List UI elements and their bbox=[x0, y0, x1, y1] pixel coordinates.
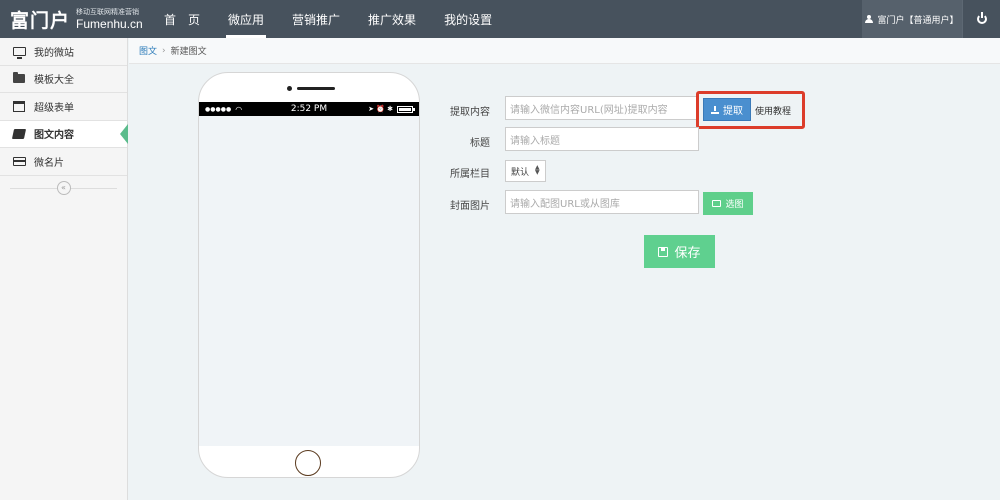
extract-button[interactable]: 提取 bbox=[703, 98, 751, 121]
cover-url-input[interactable]: 请输入配图URL或从图库 bbox=[505, 190, 699, 214]
folder-open-icon bbox=[712, 200, 722, 207]
collapse-sidebar-button[interactable]: « bbox=[56, 180, 71, 195]
extract-label: 提取内容 bbox=[450, 107, 490, 118]
nav-marketing[interactable]: 营销推广 bbox=[278, 0, 354, 38]
phone-camera bbox=[287, 86, 292, 91]
book-icon bbox=[11, 128, 27, 140]
download-icon bbox=[711, 105, 719, 114]
logout-button[interactable] bbox=[962, 0, 1000, 38]
choose-image-label: 选图 bbox=[725, 200, 744, 210]
choose-image-button[interactable]: 选图 bbox=[703, 192, 753, 215]
nav-home-label: 首 页 bbox=[164, 12, 201, 27]
sidebar-item-micro-card[interactable]: 微名片 bbox=[0, 148, 127, 176]
nav-promotion-results-label: 推广效果 bbox=[368, 12, 417, 27]
logo-slogan: 移动互联网精准营销 bbox=[76, 7, 140, 16]
save-button[interactable]: 保存 bbox=[644, 235, 715, 268]
logo-text: 富门户 bbox=[10, 9, 71, 32]
sidebar-item-label: 图文内容 bbox=[34, 130, 74, 142]
battery-icon bbox=[397, 105, 415, 113]
nav-promotion-results[interactable]: 推广效果 bbox=[354, 0, 430, 38]
extract-url-input[interactable]: 请输入微信内容URL(网址)提取内容 bbox=[505, 96, 697, 120]
nav-home[interactable]: 首 页 bbox=[150, 0, 214, 38]
nav-micro-apps-label: 微应用 bbox=[228, 12, 265, 27]
column-select[interactable]: 默认 ▲ ▼ bbox=[505, 160, 546, 182]
breadcrumb-current: 新建图文 bbox=[170, 47, 207, 57]
nav-marketing-label: 营销推广 bbox=[292, 12, 341, 27]
user-menu[interactable]: 富门户【普通用户】 bbox=[862, 0, 962, 38]
nav-my-settings[interactable]: 我的设置 bbox=[430, 0, 506, 38]
sidebar-collapse-row: « bbox=[0, 176, 127, 200]
sidebar-item-label: 超级表单 bbox=[34, 102, 74, 114]
column-label: 所属栏目 bbox=[450, 169, 490, 180]
sidebar: 我的微站 模板大全 超级表单 图文内容 微名片 « bbox=[0, 38, 128, 500]
phone-screen bbox=[199, 116, 419, 446]
logo-subtext-group: 移动互联网精准营销 Fumenhu.cn bbox=[76, 7, 143, 31]
tutorial-link[interactable]: 使用教程 bbox=[755, 104, 791, 117]
logo[interactable]: 富门户 移动互联网精准营销 Fumenhu.cn bbox=[10, 5, 143, 33]
card-icon bbox=[12, 155, 26, 167]
nav-my-settings-label: 我的设置 bbox=[444, 12, 493, 27]
save-button-label: 保存 bbox=[674, 246, 701, 261]
phone-speaker bbox=[297, 87, 335, 90]
top-navigation-bar: 富门户 移动互联网精准营销 Fumenhu.cn 首 页 微应用 营销推广 推广… bbox=[0, 0, 1000, 38]
save-icon bbox=[658, 246, 669, 257]
sidebar-item-templates[interactable]: 模板大全 bbox=[0, 66, 127, 93]
sidebar-item-my-site[interactable]: 我的微站 bbox=[0, 38, 127, 66]
sidebar-item-graphic-content[interactable]: 图文内容 bbox=[0, 120, 128, 148]
title-input[interactable]: 请输入标题 bbox=[505, 127, 699, 151]
sidebar-item-label: 模板大全 bbox=[34, 75, 74, 87]
breadcrumb: 图文 › 新建图文 bbox=[129, 38, 1000, 64]
monitor-icon bbox=[12, 45, 26, 59]
extract-button-label: 提取 bbox=[723, 106, 743, 117]
status-right: ➤ ⏰ ✱ bbox=[368, 105, 415, 113]
select-arrows-icon: ▲ ▼ bbox=[535, 164, 540, 176]
power-icon bbox=[976, 12, 987, 24]
user-icon bbox=[865, 15, 874, 23]
phone-home-button bbox=[295, 450, 321, 476]
breadcrumb-separator: › bbox=[162, 45, 166, 56]
sidebar-item-label: 我的微站 bbox=[34, 47, 74, 59]
phone-preview: ●●●●● ◠ 2:52 PM ➤ ⏰ ✱ bbox=[198, 72, 420, 478]
logo-domain: Fumenhu.cn bbox=[76, 16, 143, 31]
main-nav: 首 页 微应用 营销推广 推广效果 我的设置 bbox=[150, 0, 506, 38]
column-select-value: 默认 bbox=[511, 167, 530, 178]
cover-label: 封面图片 bbox=[450, 201, 490, 212]
folder-icon bbox=[12, 72, 26, 85]
phone-status-bar: ●●●●● ◠ 2:52 PM ➤ ⏰ ✱ bbox=[199, 102, 419, 116]
breadcrumb-parent-link[interactable]: 图文 bbox=[139, 44, 157, 57]
sidebar-item-label: 微名片 bbox=[34, 157, 64, 169]
nav-micro-apps[interactable]: 微应用 bbox=[214, 0, 278, 38]
title-label: 标题 bbox=[470, 138, 490, 149]
status-icons: ➤ ⏰ ✱ bbox=[368, 105, 393, 113]
sidebar-item-super-form[interactable]: 超级表单 bbox=[0, 93, 127, 121]
calendar-icon bbox=[12, 100, 26, 112]
user-name: 富门户【普通用户】 bbox=[877, 15, 959, 26]
